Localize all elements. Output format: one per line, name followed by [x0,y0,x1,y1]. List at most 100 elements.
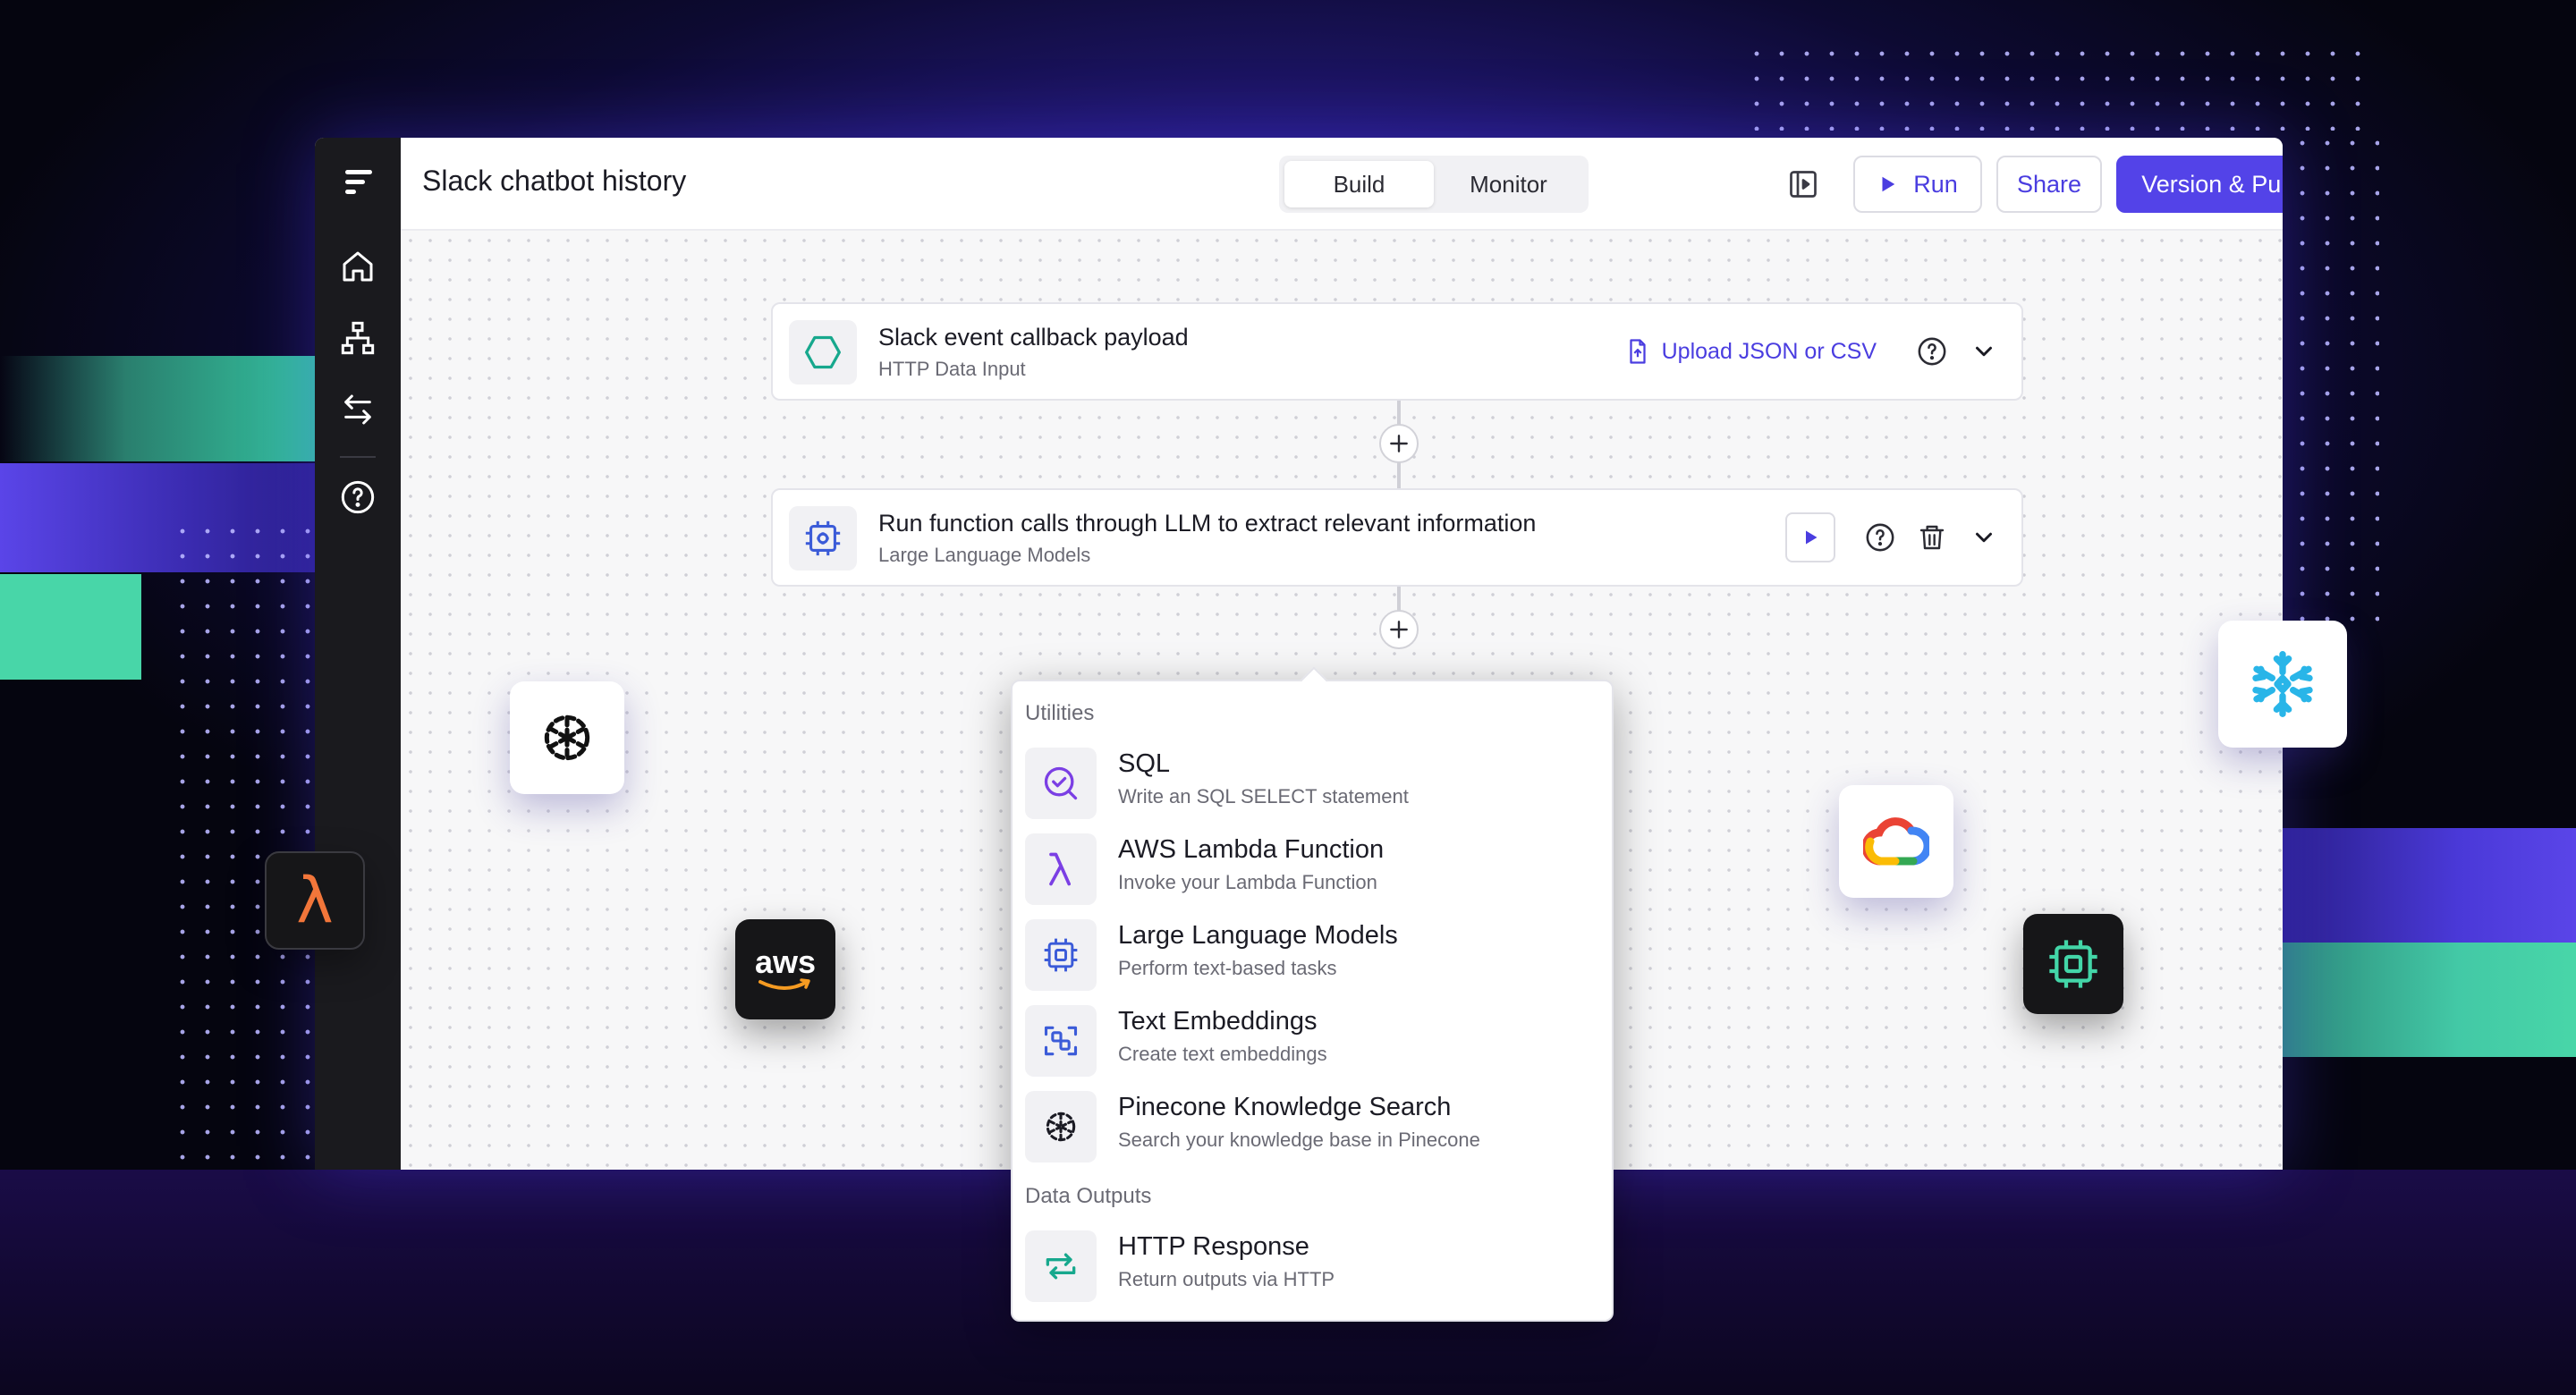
dot-grid-left [170,519,313,1162]
chevron-down-icon [1976,532,1992,543]
lambda-logo-icon: λ [296,864,334,937]
node-icon-box [789,320,857,385]
loop-arrows-icon [1046,1253,1076,1280]
run-button[interactable]: Run [1853,156,1982,213]
play-icon [1882,176,1895,192]
aws-logo-text: aws [754,943,817,980]
help-circle-icon [341,480,375,514]
teal-stripe-left-bottom [0,574,141,680]
help-circle-icon [1866,523,1894,552]
google-cloud-logo-tile [1839,785,1953,898]
node-expand-button[interactable] [1968,335,2000,368]
sidebar [315,138,401,1170]
aws-smile-icon [758,978,810,990]
lambda-logo-tile: λ [265,851,365,950]
menu-item-aws-lambda[interactable]: AWS Lambda Function Invoke your Lambda F… [1025,828,1597,905]
sidebar-item-workflows[interactable] [336,317,379,359]
menu-item-title: AWS Lambda Function [1118,835,1385,864]
menu-item-icon-box [1025,1230,1097,1302]
sidebar-item-integrations[interactable] [336,388,379,431]
top-bar: Slack chatbot history Build Monitor Run … [401,138,2283,231]
workflow-icon [341,321,375,355]
node-title: Run function calls through LLM to extrac… [878,510,1537,537]
upload-json-csv-link[interactable]: Upload JSON or CSV [1624,338,1877,365]
help-circle-icon [1918,337,1946,366]
menu-section-header: Utilities [1025,701,1095,725]
menu-item-icon-box [1025,748,1097,819]
play-icon [1806,530,1818,545]
trash-icon [1919,525,1945,550]
panel-toggle-icon [1790,171,1817,198]
node-help-button[interactable] [1916,335,1948,368]
menu-item-title: SQL [1118,749,1171,778]
add-step-button[interactable] [1379,610,1419,649]
workflow-node-input[interactable]: Slack event callback payload HTTP Data I… [771,302,2023,401]
sidebar-item-help[interactable] [336,476,379,519]
tab-build[interactable]: Build [1284,161,1434,207]
menu-item-subtitle: Create text embeddings [1118,1043,1327,1065]
menu-item-text-embeddings[interactable]: Text Embeddings Create text embeddings [1025,1000,1597,1077]
node-subtitle: Large Language Models [878,544,1091,566]
workflow-node-llm[interactable]: Run function calls through LLM to extrac… [771,488,2023,587]
menu-item-subtitle: Perform text-based tasks [1118,957,1337,979]
node-subtitle: HTTP Data Input [878,358,1026,380]
file-upload-icon [1630,339,1646,364]
lambda-icon [1049,852,1071,886]
add-step-menu: Utilities SQL Write an SQL SELECT statem… [1011,680,1614,1322]
hexagon-icon [805,335,841,369]
page-title: Slack chatbot history [422,165,687,197]
menu-item-sql[interactable]: SQL Write an SQL SELECT statement [1025,742,1597,819]
menu-item-title: Large Language Models [1118,921,1398,950]
snowflake-logo-icon [2252,651,2313,717]
pinecone-logo-tile [510,681,624,794]
node-actions: Upload JSON or CSV [1624,304,2000,399]
plus-icon [1390,621,1408,638]
menu-item-title: Text Embeddings [1118,1007,1318,1036]
search-check-icon [1044,766,1078,800]
transfer-arrows-icon [344,394,371,425]
run-node-button[interactable] [1785,512,1835,562]
node-delete-button[interactable] [1916,521,1948,554]
node-icon-box [789,506,857,571]
version-publish-button[interactable]: Version & Publish [2116,156,2283,213]
aws-logo-tile: aws [735,919,835,1019]
upload-label: Upload JSON or CSV [1661,338,1877,364]
chip-logo-icon [2049,940,2097,988]
node-actions [1785,490,2000,585]
dot-grid-right [2290,131,2379,631]
snowflake-logo-tile [2218,621,2347,748]
node-help-button[interactable] [1864,521,1896,554]
node-title: Slack event callback payload [878,324,1189,351]
aws-logo-icon: aws [755,946,816,993]
share-button[interactable]: Share [1996,156,2102,213]
menu-item-icon-box [1025,1005,1097,1077]
menu-item-title: HTTP Response [1118,1232,1309,1261]
sidebar-divider [340,456,376,458]
menu-item-http-response[interactable]: HTTP Response Return outputs via HTTP [1025,1225,1597,1302]
dot-grid-top-right [1744,41,2379,131]
pinecone-icon [1046,1112,1076,1142]
menu-item-subtitle: Return outputs via HTTP [1118,1268,1335,1290]
chip-logo-tile [2023,914,2123,1014]
app-logo-icon[interactable] [340,165,376,200]
mode-switcher: Build Monitor [1279,156,1589,213]
menu-section-header: Data Outputs [1025,1184,1152,1208]
home-icon [343,251,373,282]
run-label: Run [1913,170,1958,198]
cpu-chip-icon [805,520,841,556]
tab-monitor[interactable]: Monitor [1434,161,1583,207]
add-step-button[interactable] [1379,424,1419,463]
cpu-chip-icon [1044,938,1078,972]
menu-item-pinecone[interactable]: Pinecone Knowledge Search Search your kn… [1025,1086,1597,1162]
pinecone-logo-icon [544,714,590,761]
menu-item-llm[interactable]: Large Language Models Perform text-based… [1025,914,1597,991]
chevron-down-icon [1976,346,1992,357]
menu-item-icon-box [1025,1091,1097,1162]
toggle-panel-button[interactable] [1784,165,1823,204]
menu-item-subtitle: Invoke your Lambda Function [1118,871,1377,893]
teal-stripe-right [2283,943,2576,1057]
menu-item-icon-box [1025,833,1097,905]
sidebar-item-home[interactable] [336,245,379,288]
teal-stripe-left-top [0,356,315,461]
node-expand-button[interactable] [1968,521,2000,554]
